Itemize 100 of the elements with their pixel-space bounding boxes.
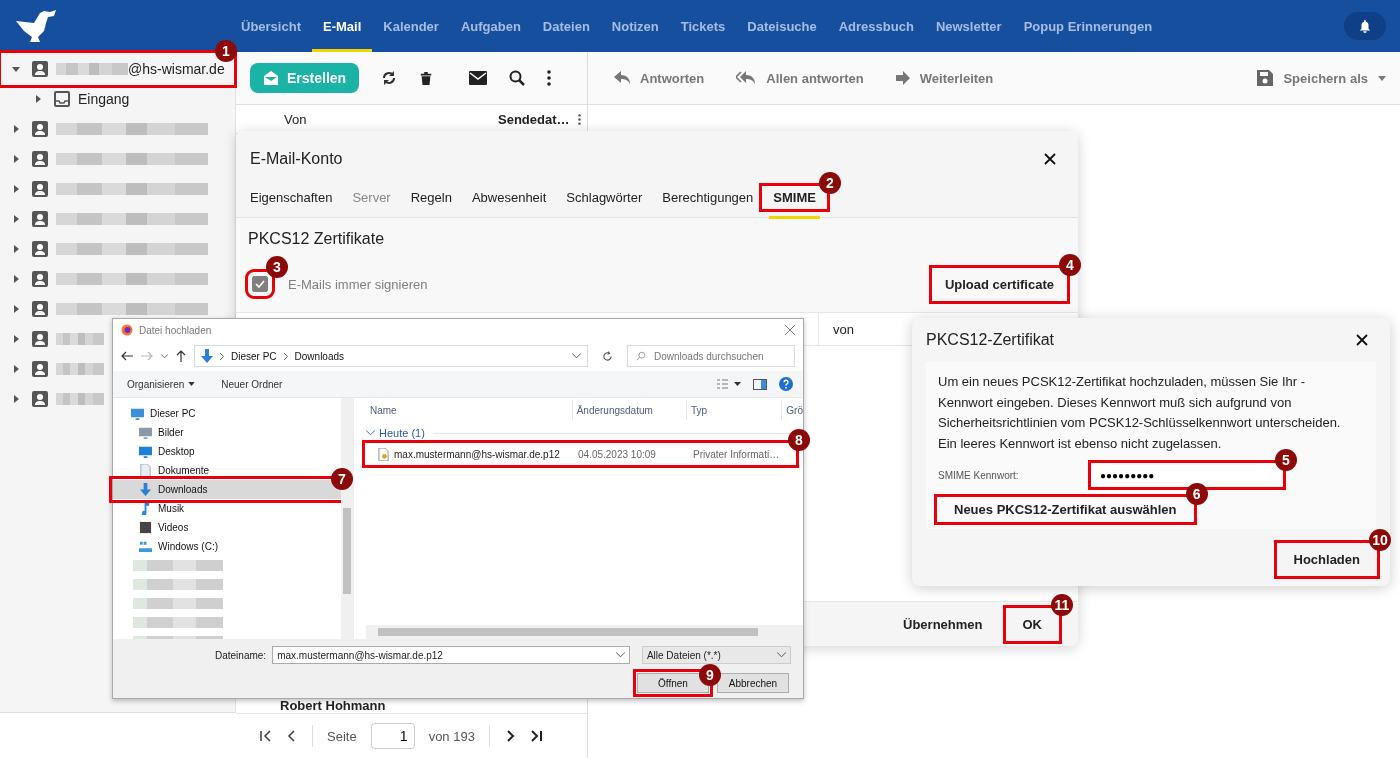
forward-button[interactable]: Weiterleiten xyxy=(895,70,994,86)
certificate-file-icon xyxy=(378,447,389,461)
dialog-title: PKCS12-Zertifikat xyxy=(926,331,1055,349)
dropdown-icon[interactable] xyxy=(615,652,625,658)
dialog-tab[interactable]: Berechtigungen xyxy=(652,186,764,208)
caret-icon xyxy=(12,65,20,73)
selected-tab-indicator xyxy=(769,215,820,219)
first-page-icon[interactable] xyxy=(260,730,272,742)
trash-icon[interactable] xyxy=(419,70,434,86)
folder-item[interactable]: Bilder xyxy=(113,423,341,442)
caret-icon xyxy=(12,365,20,373)
group-header[interactable]: Heute (1) xyxy=(379,427,425,439)
mail-icon[interactable] xyxy=(469,71,488,85)
password-label: SMIME Kennwort: xyxy=(938,469,1020,481)
page-label: Seite xyxy=(327,728,357,744)
notification-button[interactable] xyxy=(1344,12,1386,40)
music-note-icon xyxy=(139,502,152,515)
chevron-icon[interactable] xyxy=(366,430,375,436)
dialog-title: E-Mail-Konto xyxy=(250,150,343,168)
caret-icon xyxy=(34,95,42,103)
folder-item[interactable]: Windows (C:) xyxy=(113,537,341,556)
page-count: von 193 xyxy=(428,728,475,744)
reply-all-icon xyxy=(736,71,757,85)
reply-button[interactable]: Antworten xyxy=(614,70,705,86)
dialog-button[interactable]: Übernehmen xyxy=(887,608,999,640)
refresh-icon[interactable] xyxy=(602,350,613,362)
organize-button[interactable]: Organisieren xyxy=(127,378,196,390)
refresh-icon[interactable] xyxy=(381,70,398,86)
dropdown-icon[interactable] xyxy=(572,353,581,359)
dialog-tab[interactable]: Regeln xyxy=(400,186,462,208)
view-options-icon[interactable] xyxy=(717,379,741,389)
reply-all-button[interactable]: Allen antworten xyxy=(736,70,864,86)
caret-icon xyxy=(12,305,20,313)
search-icon xyxy=(636,351,646,361)
up-icon[interactable] xyxy=(176,350,186,362)
dialog-tab[interactable]: Abwesenheit xyxy=(461,186,557,208)
caret-icon xyxy=(12,245,20,253)
search-icon[interactable] xyxy=(509,70,526,86)
column-header[interactable]: Änderungsdatum xyxy=(572,400,687,420)
folder-item[interactable]: Desktop xyxy=(113,442,341,461)
nav-tab[interactable]: Übersicht xyxy=(241,0,301,52)
back-icon[interactable] xyxy=(121,351,133,361)
folder-item[interactable]: Musik xyxy=(113,499,341,518)
contact-icon xyxy=(32,301,48,317)
nav-tab[interactable]: Dateien xyxy=(542,0,590,52)
nav-tab[interactable]: Dateisuche xyxy=(747,0,817,52)
nav-tab[interactable]: Notizen xyxy=(611,0,659,52)
monitor-icon xyxy=(131,407,144,420)
nav-tab[interactable]: Newsletter xyxy=(935,0,1002,52)
previous-page-icon[interactable] xyxy=(286,730,298,742)
download-arrow-icon xyxy=(139,483,152,496)
chevron-icon xyxy=(283,352,288,360)
column-header[interactable]: Sendedat… xyxy=(498,111,570,127)
film-icon xyxy=(139,521,152,534)
file-type-dropdown[interactable]: Alle Dateien (*.*) xyxy=(641,646,791,664)
filename-field[interactable]: max.mustermann@hs-wismar.de.p12 xyxy=(272,646,630,664)
contact-icon xyxy=(32,211,48,227)
more-icon[interactable] xyxy=(577,113,581,125)
column-header[interactable]: Von xyxy=(284,111,498,127)
last-page-icon[interactable] xyxy=(529,730,542,742)
contact-icon xyxy=(32,151,48,167)
dialog-tab[interactable]: Eigenschaften xyxy=(240,186,343,208)
caret-icon xyxy=(12,395,20,403)
step-badge: 6 xyxy=(1185,483,1208,505)
path-segment[interactable]: Dieser PC xyxy=(231,350,277,362)
folder-item[interactable]: Eingang xyxy=(2,84,130,114)
scrollbar[interactable] xyxy=(366,625,803,639)
folder-item[interactable]: Dieser PC xyxy=(113,404,341,423)
new-folder-button[interactable]: Neuer Ordner xyxy=(221,378,283,390)
caret-icon[interactable] xyxy=(161,353,168,359)
column-header[interactable]: Typ xyxy=(686,400,783,420)
dialog-title: Datei hochladen xyxy=(139,324,212,336)
contact-icon xyxy=(32,121,48,137)
bird-logo-icon xyxy=(14,9,58,43)
save-as-button[interactable]: Speichern als xyxy=(1257,70,1386,86)
search-field[interactable]: Downloads durchsuchen xyxy=(627,345,795,367)
preview-pane-icon[interactable] xyxy=(753,378,767,390)
column-header[interactable]: Grö xyxy=(782,400,803,420)
more-icon[interactable] xyxy=(547,70,552,86)
dialog-tab[interactable]: Schlagwörter xyxy=(556,186,653,208)
contact-icon xyxy=(32,331,48,347)
close-icon[interactable] xyxy=(1044,153,1056,165)
column-header[interactable]: Name xyxy=(366,400,573,420)
nav-tab[interactable]: Tickets xyxy=(680,0,726,52)
dialog-button[interactable]: Abbrechen xyxy=(717,673,789,693)
mail-sender[interactable]: Robert Hohmann xyxy=(280,698,386,713)
nav-tab[interactable]: Aufgaben xyxy=(460,0,521,52)
help-icon[interactable] xyxy=(779,377,793,391)
nav-tab[interactable]: Kalender xyxy=(383,0,439,52)
step-badge: 1 xyxy=(215,40,237,62)
page-field[interactable]: 1 xyxy=(370,723,415,749)
step-badge: 3 xyxy=(266,256,288,278)
nav-tab[interactable]: Adressbuch xyxy=(838,0,914,52)
column-header[interactable]: von xyxy=(819,321,854,337)
folder-item[interactable]: Videos xyxy=(113,518,341,537)
close-icon[interactable] xyxy=(1356,334,1368,346)
checkbox-label: E-Mails immer signieren xyxy=(288,276,428,292)
nav-tab[interactable]: Popup Erinnerungen xyxy=(1023,0,1153,52)
path-segment[interactable]: Downloads xyxy=(294,350,345,362)
check-icon xyxy=(254,278,266,290)
